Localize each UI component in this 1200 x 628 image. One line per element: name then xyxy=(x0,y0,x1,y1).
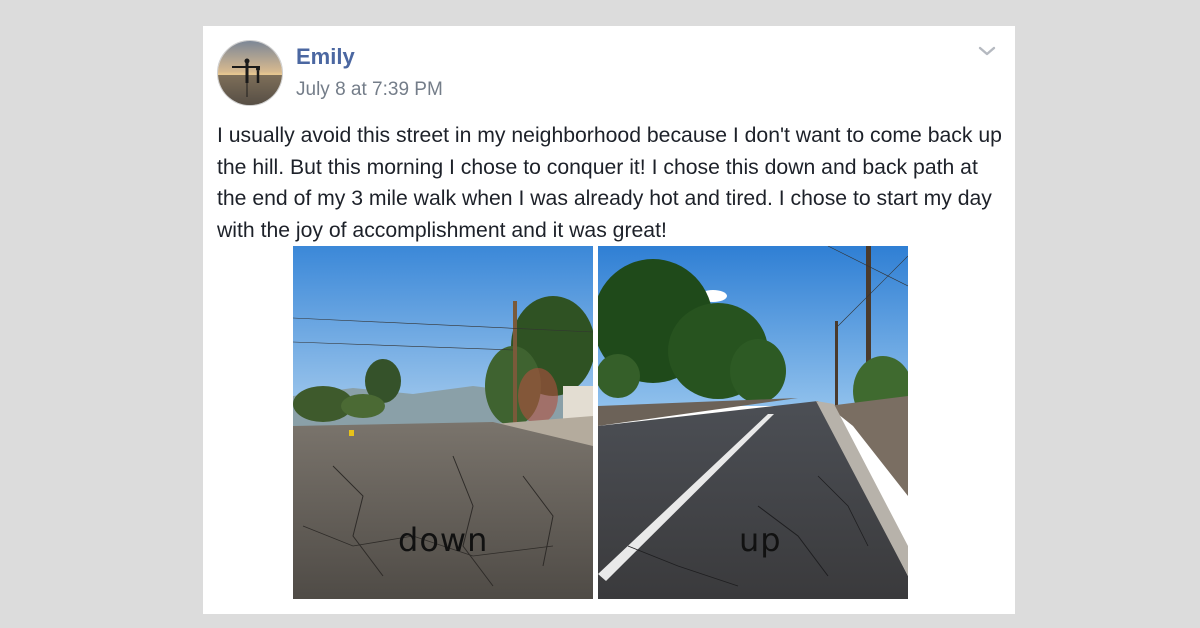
author-name-link[interactable]: Emily xyxy=(296,44,355,70)
facebook-post-card: Emily July 8 at 7:39 PM I usually avoid … xyxy=(203,26,1015,614)
photo-caption-up: up xyxy=(739,521,782,559)
photo-caption-down: down xyxy=(398,521,489,559)
avatar-photo xyxy=(218,41,282,105)
photo-down[interactable]: down xyxy=(293,246,593,599)
photo-up[interactable]: up xyxy=(598,246,908,599)
avatar[interactable] xyxy=(217,40,283,106)
post-body-text: I usually avoid this street in my neighb… xyxy=(217,124,1002,242)
chevron-down-icon[interactable] xyxy=(976,40,998,62)
post-timestamp-link[interactable]: July 8 at 7:39 PM xyxy=(296,79,443,101)
